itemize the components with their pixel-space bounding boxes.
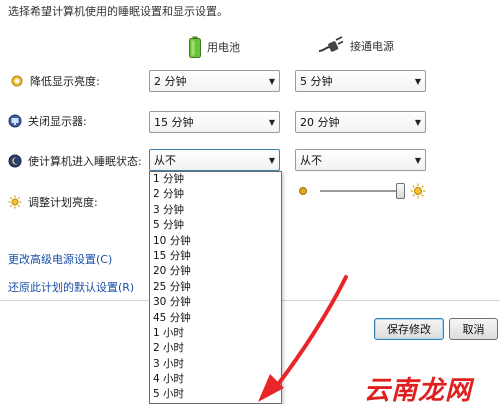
row-label-dim-display: 降低显示亮度:: [30, 75, 100, 88]
row-label-sleep: 使计算机进入睡眠状态:: [28, 155, 142, 168]
chevron-down-icon[interactable]: ▼: [265, 150, 279, 170]
brightness-slider-track[interactable]: [320, 190, 404, 192]
power-plug-icon: [318, 36, 344, 56]
save-button[interactable]: 保存修改: [374, 318, 444, 340]
sleep-moon-icon: [8, 154, 22, 168]
select-value: 5 分钟: [300, 75, 333, 88]
sun-icon: [8, 195, 22, 209]
select-value: 15 分钟: [154, 116, 194, 129]
dropdown-option[interactable]: 2 分钟: [150, 187, 281, 202]
chevron-down-icon[interactable]: ▼: [411, 112, 425, 132]
select-value: 20 分钟: [300, 116, 340, 129]
dropdown-option[interactable]: 10 分钟: [150, 234, 281, 249]
dropdown-option[interactable]: 3 分钟: [150, 203, 281, 218]
select-value: 从不: [154, 154, 176, 167]
page-instruction: 选择希望计算机使用的睡眠设置和显示设置。: [8, 5, 228, 18]
sleep-plugged-select[interactable]: 从不 ▼: [295, 149, 426, 171]
select-value: 从不: [300, 154, 322, 167]
restore-defaults-link[interactable]: 还原此计划的默认设置(R): [8, 279, 134, 295]
column-header-plugged: 接通电源: [318, 36, 394, 56]
select-value: 2 分钟: [154, 75, 187, 88]
row-label-turn-off-display: 关闭显示器:: [28, 115, 87, 128]
monitor-icon: [8, 114, 22, 128]
watermark-text: 云南龙网: [364, 376, 473, 404]
column-label-plugged: 接通电源: [350, 40, 394, 53]
chevron-down-icon[interactable]: ▼: [411, 150, 425, 170]
sleep-battery-select[interactable]: 从不 ▼: [149, 149, 280, 171]
column-header-battery: 用电池: [189, 36, 240, 58]
cancel-button[interactable]: 取消: [449, 318, 498, 340]
bright-sun-icon: [410, 183, 426, 202]
chevron-down-icon[interactable]: ▼: [265, 112, 279, 132]
column-label-battery: 用电池: [207, 41, 240, 54]
annotation-arrow: [258, 275, 348, 402]
turn-off-display-plugged-select[interactable]: 20 分钟 ▼: [295, 111, 426, 133]
row-sleep: 使计算机进入睡眠状态:: [8, 153, 142, 169]
chevron-down-icon[interactable]: ▼: [411, 71, 425, 91]
battery-icon: [189, 36, 201, 58]
brightness-slider-thumb[interactable]: [396, 183, 405, 199]
row-dim-display: 降低显示亮度:: [10, 73, 100, 89]
dropdown-option[interactable]: 5 分钟: [150, 218, 281, 233]
row-plan-brightness: 调整计划亮度:: [8, 194, 98, 210]
advanced-settings-link[interactable]: 更改高级电源设置(C): [8, 251, 112, 267]
dim-sun-icon: [298, 186, 308, 199]
row-label-plan-brightness: 调整计划亮度:: [28, 196, 98, 209]
chevron-down-icon[interactable]: ▼: [265, 71, 279, 91]
row-turn-off-display: 关闭显示器:: [8, 113, 87, 129]
turn-off-display-battery-select[interactable]: 15 分钟 ▼: [149, 111, 280, 133]
dropdown-option[interactable]: 1 分钟: [150, 172, 281, 187]
dim-display-plugged-select[interactable]: 5 分钟 ▼: [295, 70, 426, 92]
dim-display-battery-select[interactable]: 2 分钟 ▼: [149, 70, 280, 92]
dropdown-option[interactable]: 15 分钟: [150, 249, 281, 264]
dim-brightness-icon: [10, 74, 24, 88]
